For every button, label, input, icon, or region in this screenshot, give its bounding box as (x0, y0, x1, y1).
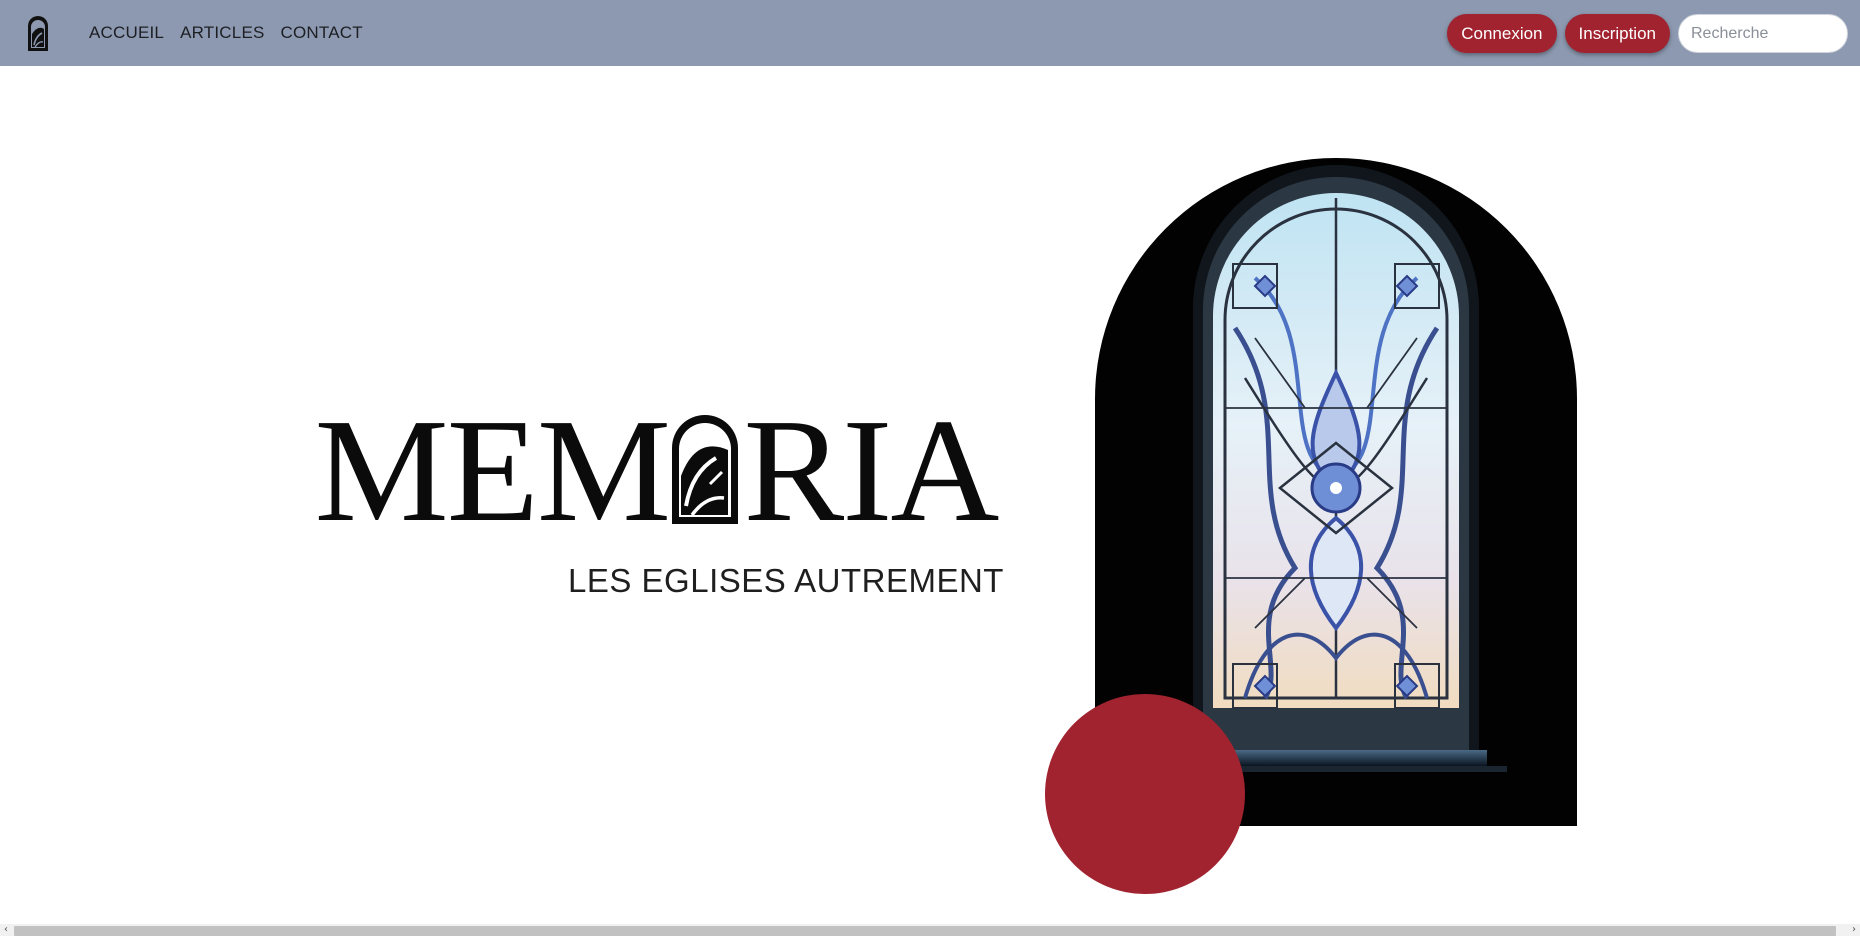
scroll-right-icon[interactable]: › (1848, 924, 1860, 936)
scroll-left-icon[interactable]: ‹ (0, 924, 12, 936)
main-nav: ACCUEIL ARTICLES CONTACT (89, 0, 363, 66)
title-part-right: RIA (743, 389, 999, 553)
horizontal-scrollbar[interactable]: ‹ › (0, 924, 1860, 936)
top-navbar: ACCUEIL ARTICLES CONTACT Connexion Inscr… (0, 0, 1860, 66)
nav-actions: Connexion Inscription (1447, 13, 1848, 54)
stained-glass-arch-logo-icon[interactable] (26, 14, 50, 52)
decorative-red-circle (1045, 694, 1245, 894)
title-part-left: MEM (314, 389, 672, 553)
nav-link-accueil[interactable]: ACCUEIL (89, 23, 164, 43)
nav-link-contact[interactable]: CONTACT (281, 23, 363, 43)
scrollbar-thumb[interactable] (14, 926, 1836, 936)
signup-button[interactable]: Inscription (1564, 14, 1670, 53)
hero-tagline: LES EGLISES AUTREMENT (568, 562, 1004, 599)
nav-link-articles[interactable]: ARTICLES (180, 23, 264, 43)
arch-window-letter-o-icon (671, 415, 738, 524)
login-button[interactable]: Connexion (1447, 14, 1557, 53)
search-input[interactable] (1678, 14, 1848, 53)
site-title-logo: MEM RIA (314, 389, 1000, 553)
